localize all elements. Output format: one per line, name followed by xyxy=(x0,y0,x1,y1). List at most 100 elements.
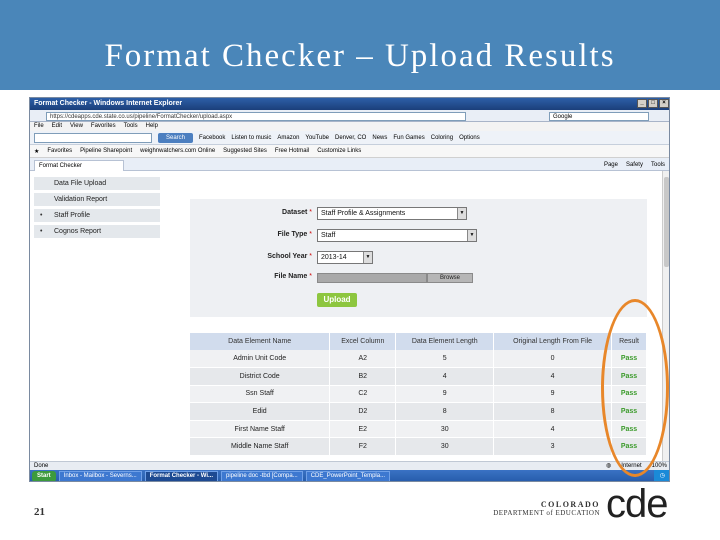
element-length-cell: 30 xyxy=(395,437,495,457)
column-header: Data Element Name xyxy=(190,333,331,350)
toolbar-item-music[interactable]: Listen to music xyxy=(231,135,271,141)
toolbar-search-button[interactable]: Search xyxy=(158,132,194,143)
browser-screenshot: Format Checker - Windows Internet Explor… xyxy=(29,97,670,482)
school-year-row: School Year * 2013-14 ▼ xyxy=(190,251,647,265)
tab-bar: Format Checker Page Safety Tools xyxy=(30,158,669,171)
column-header: Data Element Length xyxy=(395,333,495,350)
toolbar-item-coloring[interactable]: Coloring xyxy=(431,135,453,141)
logo-line-department: DEPARTMENT of EDUCATION xyxy=(493,509,600,517)
favorite-link[interactable]: Free Hotmail xyxy=(275,148,309,154)
cde-logo-text: COLORADO DEPARTMENT of EDUCATION xyxy=(488,500,600,517)
page-menu[interactable]: Page xyxy=(604,160,618,170)
toolbar-item-news[interactable]: News xyxy=(372,135,387,141)
element-name-cell: District Code xyxy=(190,367,331,386)
excel-column-cell: C2 xyxy=(329,385,397,404)
favorite-link[interactable]: Customize Links xyxy=(317,148,361,154)
slide-title: Format Checker – Upload Results xyxy=(104,38,616,74)
nav-item-label: Data File Upload xyxy=(54,180,107,187)
upload-form: Dataset * Staff Profile & Assignments ▼ … xyxy=(190,199,647,317)
toolbar-search-input[interactable] xyxy=(34,132,152,143)
nav-item-validation-report[interactable]: Validation Report xyxy=(34,193,160,207)
browser-search-input[interactable]: Google xyxy=(549,112,649,121)
original-length-cell: 0 xyxy=(493,350,613,369)
taskbar-item-pipeline-doc[interactable]: pipeline doc -tbd [Compa... xyxy=(221,471,303,481)
start-button[interactable]: Start xyxy=(32,471,56,481)
toolbar-item-games[interactable]: Fun Games xyxy=(393,135,424,141)
excel-column-cell: B2 xyxy=(329,367,397,386)
toolbar-item-amazon[interactable]: Amazon xyxy=(277,135,299,141)
browse-button[interactable]: Browse xyxy=(427,273,473,283)
taskbar-item-powerpoint[interactable]: CDE_PowerPoint_Templa... xyxy=(305,471,391,481)
tools-menu[interactable]: Tools xyxy=(651,160,665,170)
excel-column-cell: D2 xyxy=(329,402,397,421)
toolbar-item-weather[interactable]: Denver, CO xyxy=(335,135,366,141)
side-nav: Data File Upload Validation Report Staff… xyxy=(34,177,160,241)
menu-item-view[interactable]: View xyxy=(70,122,83,131)
menu-item-favorites[interactable]: Favorites xyxy=(91,122,116,131)
web-page: Data File Upload Validation Report Staff… xyxy=(30,171,664,461)
file-name-row: File Name * Browse xyxy=(190,271,647,285)
scrollbar-thumb[interactable] xyxy=(664,177,669,267)
browser-title-bar: Format Checker - Windows Internet Explor… xyxy=(30,98,669,110)
file-type-label: File Type * xyxy=(277,231,312,238)
table-row: Admin Unit Code A2 5 0 Pass xyxy=(190,350,647,369)
maximize-icon[interactable]: □ xyxy=(648,99,658,108)
close-icon[interactable]: × xyxy=(659,99,669,108)
status-text: Done xyxy=(34,463,49,469)
favorite-link[interactable]: weighnwatchers.com Online xyxy=(140,148,215,154)
element-name-cell: First Name Staff xyxy=(190,420,331,439)
excel-column-cell: E2 xyxy=(329,420,397,439)
favorite-link[interactable]: Suggested Sites xyxy=(223,148,267,154)
table-row: First Name Staff E2 30 4 Pass xyxy=(190,420,647,439)
file-type-select[interactable]: Staff ▼ xyxy=(317,229,477,242)
favorites-bar: ★ Favorites Pipeline Sharepoint weighnwa… xyxy=(30,145,669,158)
safety-menu[interactable]: Safety xyxy=(626,160,643,170)
upload-button[interactable]: Upload xyxy=(317,293,357,307)
favorite-link[interactable]: Pipeline Sharepoint xyxy=(80,148,132,154)
menu-item-help[interactable]: Help xyxy=(146,122,158,131)
taskbar-item-inbox[interactable]: Inbox - Mailbox - Severns... xyxy=(58,471,142,481)
element-length-cell: 8 xyxy=(395,402,495,421)
column-header: Original Length From File xyxy=(493,333,613,350)
excel-column-cell: A2 xyxy=(329,350,397,369)
nav-item-cognos-report[interactable]: Cognos Report xyxy=(34,225,160,239)
nav-item-label: Staff Profile xyxy=(54,212,91,219)
menu-item-file[interactable]: File xyxy=(34,122,44,131)
tab-format-checker[interactable]: Format Checker xyxy=(34,160,124,171)
original-length-cell: 4 xyxy=(493,420,613,439)
menu-item-tools[interactable]: Tools xyxy=(124,122,138,131)
nav-item-label: Cognos Report xyxy=(54,228,102,235)
dataset-label: Dataset * xyxy=(282,209,312,216)
toolbar-item-facebook[interactable]: Facebook xyxy=(199,135,225,141)
school-year-select[interactable]: 2013-14 ▼ xyxy=(317,251,373,264)
result-column-highlight xyxy=(601,299,669,477)
nav-item-staff-profile[interactable]: Staff Profile xyxy=(34,209,160,223)
url-input[interactable]: https://cdeapps.cde.state.co.us/pipeline… xyxy=(46,112,466,121)
column-header: Excel Column xyxy=(329,333,397,350)
slide-header: Format Checker – Upload Results xyxy=(0,0,720,90)
dataset-row: Dataset * Staff Profile & Assignments ▼ xyxy=(190,207,647,221)
minimize-icon[interactable]: _ xyxy=(637,99,647,108)
taskbar-item-format-checker[interactable]: Format Checker - Wi... xyxy=(144,471,218,481)
favorites-button[interactable]: Favorites xyxy=(47,148,72,154)
element-length-cell: 5 xyxy=(395,350,495,369)
element-name-cell: Admin Unit Code xyxy=(190,350,331,369)
toolbar-item-youtube[interactable]: YouTube xyxy=(305,135,329,141)
excel-column-cell: F2 xyxy=(329,437,397,457)
original-length-cell: 8 xyxy=(493,402,613,421)
table-row: Edid D2 8 8 Pass xyxy=(190,402,647,421)
element-length-cell: 9 xyxy=(395,385,495,404)
status-bar: Done ◍ Internet 100% xyxy=(30,461,669,470)
element-name-cell: Middle Name Staff xyxy=(190,437,331,457)
nav-item-data-file-upload[interactable]: Data File Upload xyxy=(34,177,160,191)
menu-bar: File Edit View Favorites Tools Help xyxy=(30,122,669,131)
search-toolbar: Search Facebook Listen to music Amazon Y… xyxy=(30,131,669,145)
menu-item-edit[interactable]: Edit xyxy=(52,122,62,131)
table-row: District Code B2 4 4 Pass xyxy=(190,367,647,386)
table-row: Ssn Staff C2 9 9 Pass xyxy=(190,385,647,404)
toolbar-item-options[interactable]: Options xyxy=(459,135,480,141)
dataset-select[interactable]: Staff Profile & Assignments ▼ xyxy=(317,207,467,220)
favorites-star-icon[interactable]: ★ xyxy=(34,148,39,155)
element-length-cell: 30 xyxy=(395,420,495,439)
file-name-input[interactable] xyxy=(317,273,427,283)
